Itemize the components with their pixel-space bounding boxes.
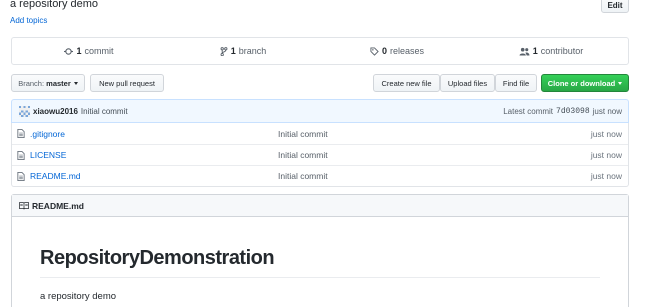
identicon-avatar[interactable] — [19, 105, 30, 117]
commits-label: commit — [84, 46, 114, 56]
add-topics-link[interactable]: Add topics — [10, 16, 47, 25]
file-list: .gitignore Initial commit just now LICEN… — [11, 123, 629, 187]
contributors-link[interactable]: 1 contributor — [474, 46, 628, 56]
readme-header: README.md — [12, 195, 628, 217]
branches-link[interactable]: 1 branch — [166, 46, 320, 56]
new-pull-request-button[interactable]: New pull request — [90, 74, 164, 92]
book-icon — [19, 201, 29, 209]
file-name[interactable]: README.md — [30, 171, 81, 181]
create-new-file-button[interactable]: Create new file — [373, 74, 440, 92]
commit-message[interactable]: Initial commit — [81, 107, 128, 116]
file-age: just now — [590, 128, 622, 139]
file-commit-message[interactable]: Initial commit — [278, 150, 328, 160]
file-icon — [17, 151, 25, 160]
commit-sha[interactable]: 7d03098 — [556, 107, 590, 116]
branch-name: master — [46, 78, 71, 88]
readme-body: a repository demo — [40, 291, 117, 302]
branch-prefix: Branch: — [18, 78, 45, 88]
file-age: just now — [590, 171, 622, 181]
file-navigation: Branch: master New pull request Create n… — [11, 74, 629, 92]
branches-label: branch — [238, 46, 267, 56]
file-icon — [17, 129, 25, 138]
table-row: README.md Initial commit just now — [12, 165, 628, 186]
file-name[interactable]: .gitignore — [30, 129, 65, 139]
tag-icon — [370, 46, 379, 56]
releases-link[interactable]: 0 releases — [320, 46, 474, 56]
commits-count: 1 — [76, 46, 82, 56]
readme-panel: README.md RepositoryDemonstration a repo… — [11, 194, 629, 307]
branch-icon — [220, 46, 228, 56]
branch-select-button[interactable]: Branch: master — [11, 74, 85, 92]
commit-author[interactable]: xiaowu2016 — [33, 107, 78, 116]
table-row: .gitignore Initial commit just now — [12, 123, 628, 144]
file-commit-message[interactable]: Initial commit — [278, 129, 328, 139]
repo-summary-bar: 1 commit 1 branch 0 releases 1 contribut… — [11, 37, 629, 65]
latest-commit-info: Latest commit 7d03098 just now — [503, 107, 622, 116]
commit-icon — [64, 47, 74, 55]
clone-or-download-button[interactable]: Clone or download — [541, 74, 629, 92]
divider — [40, 277, 600, 278]
commit-age: just now — [592, 106, 622, 116]
chevron-down-icon — [73, 81, 78, 85]
people-icon — [519, 47, 530, 56]
edit-description-button[interactable]: Edit — [601, 0, 629, 13]
branches-count: 1 — [230, 46, 236, 56]
readme-filename: README.md — [32, 200, 84, 211]
readme-heading: RepositoryDemonstration — [40, 247, 275, 269]
upload-files-button[interactable]: Upload files — [440, 74, 495, 92]
contributors-count: 1 — [532, 46, 538, 56]
file-age: just now — [590, 150, 622, 160]
repo-description: a repository demo — [10, 0, 99, 10]
clone-or-download-label: Clone or download — [547, 78, 616, 88]
latest-commit-bar: xiaowu2016 Initial commit Latest commit … — [11, 99, 629, 123]
find-file-button[interactable]: Find file — [495, 74, 537, 92]
contributors-label: contributor — [540, 46, 584, 56]
file-icon — [17, 172, 25, 181]
chevron-down-icon — [618, 81, 623, 85]
releases-label: releases — [389, 46, 425, 56]
table-row: LICENSE Initial commit just now — [12, 144, 628, 165]
latest-commit-label: Latest commit — [503, 106, 554, 116]
releases-count: 0 — [381, 46, 387, 56]
file-name[interactable]: LICENSE — [30, 150, 66, 160]
commits-link[interactable]: 1 commit — [12, 46, 166, 56]
file-commit-message[interactable]: Initial commit — [278, 171, 328, 181]
